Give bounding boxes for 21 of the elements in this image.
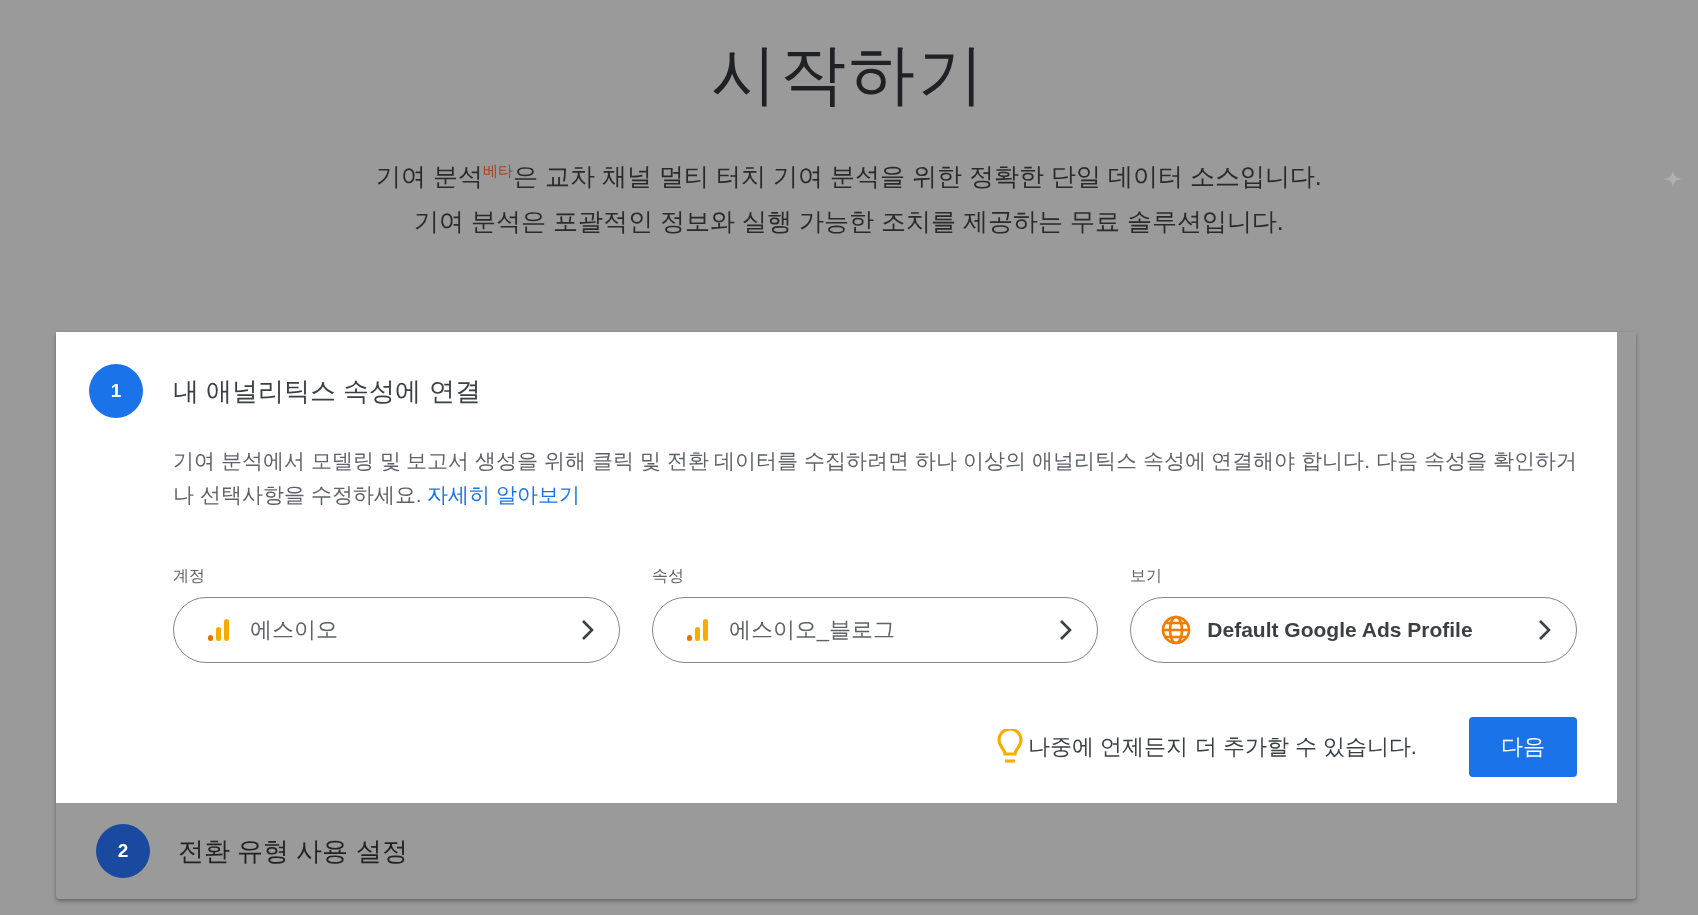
next-button[interactable]: 다음 (1469, 717, 1577, 777)
learn-more-link[interactable]: 자세히 알아보기 (427, 483, 581, 506)
intro-text: 기여 분석$^{베타}$은 교차 채널 멀티 터치 기여 분석을 위한 정확한 단일 데이터 소스입니다. (376, 160, 1322, 192)
hint-text: 나중에 언제든지 더 추가할 수 있습니다. (1028, 733, 1417, 761)
field-value: 에스이오_블로그 (728, 616, 896, 644)
lightbulb-icon (996, 729, 1025, 765)
field-label: 속성 (651, 566, 685, 586)
step-title: 전환 유형 사용 설정 (178, 834, 408, 868)
selector-field[interactable]: 에스이오 (173, 597, 620, 663)
selector-field[interactable]: Default Google Ads Profile (1130, 597, 1577, 663)
intro-text: 기여 분석은 포괄적인 정보와 실행 가능한 조치를 제공하는 무료 솔루션입니다. (414, 206, 1284, 237)
step-number: 2 (96, 824, 150, 878)
description-text: 기여 분석에서 모델링 및 보고서 생성을 위해 클릭 및 전환 데이터를 수집하려면 하나 이상의 애널리틱스 속성에 연결해야 합니다. 다음 속성을 확인하거나 선택사항을 수정하세요. 자세히 알아보기 (173, 448, 1577, 508)
step-title: 내 애널리틱스 속성에 연결 (173, 374, 481, 408)
field-value: Default Google Ads Profile (1207, 618, 1474, 642)
field-value: 에스이오 (250, 616, 339, 644)
field-label: 보기 (1130, 566, 1164, 586)
field-label: 계정 (173, 566, 206, 586)
page-title: 시작하기 (711, 36, 987, 113)
selector-field[interactable]: 에스이오_블로그 (651, 597, 1099, 663)
step-number: 1 (89, 364, 143, 418)
